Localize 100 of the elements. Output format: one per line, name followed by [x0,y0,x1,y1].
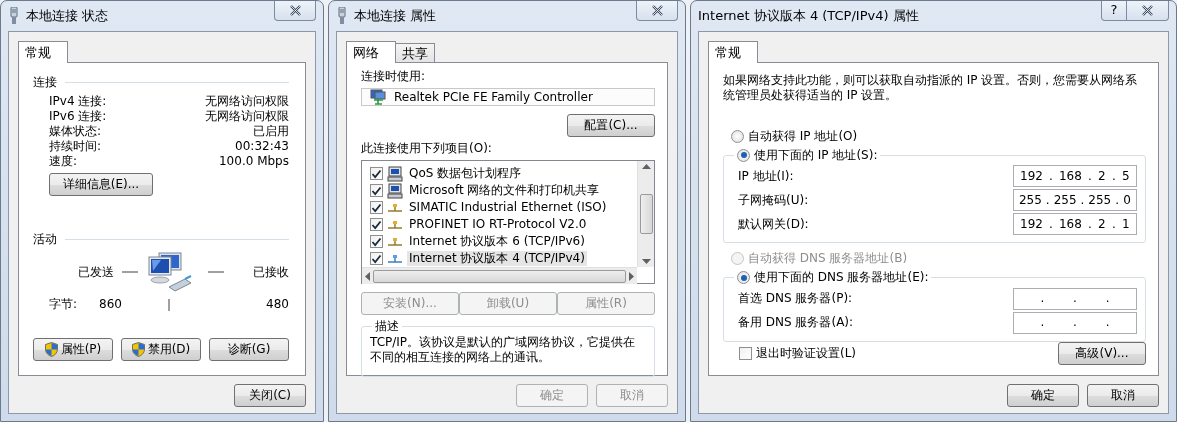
field-label: 持续时间: [49,139,102,154]
checkbox-label[interactable]: 退出时验证设置(L) [756,346,857,361]
checkbox[interactable] [370,252,383,265]
shield-icon [131,342,145,357]
tab[interactable]: 常规 [18,41,68,63]
ip-address-field[interactable]: 255 . 255 . 255 . 0 [1013,189,1137,212]
list-item[interactable]: QoS 数据包计划程序 [362,165,637,182]
ip-octet: 255 [1053,192,1077,208]
bytes-sent: 860 [99,297,122,312]
close-dialog-button[interactable]: 关闭(C) [234,384,306,407]
field-label: IP 地址(I): [738,168,794,184]
radio-button[interactable] [737,148,750,162]
bytes-label: 字节: [49,297,78,312]
field-label: IPv6 连接: [49,109,107,124]
ip-separator: . [1072,291,1078,307]
network-computers-drawing [145,251,193,293]
radio-button[interactable] [731,130,744,143]
close-icon [1141,5,1154,16]
tab[interactable]: 常规 [708,41,758,63]
dialog-button[interactable]: 确定 [1007,384,1079,407]
field-value: 无网络访问权限 [205,109,289,124]
checkbox[interactable] [739,347,752,360]
ip-separator: . [1086,168,1093,184]
section-heading: 连接 [33,75,57,90]
help-button[interactable]: ? [1101,1,1127,21]
field-label: 连接时使用: [361,69,427,84]
window-title: 本地连接 状态 [26,7,109,25]
checkbox[interactable] [370,235,383,248]
network-protocol-icon [387,219,403,230]
field-value: 已启用 [253,124,289,139]
checkbox[interactable] [370,201,383,214]
right-arrow-icon[interactable] [629,271,634,281]
field-label: IPv4 连接: [49,94,107,109]
down-arrow-icon[interactable] [641,259,651,264]
ip-address-field[interactable]: . . . [1013,287,1137,310]
ip-address-field[interactable]: 192 . 168 . 2 . 5 [1013,165,1137,188]
action-button[interactable]: 禁用(D) [121,338,201,361]
configure-button[interactable]: 配置(C)... [567,114,655,137]
field-value: 00:32:43 [235,139,289,154]
ip-octet: 192 [1020,168,1043,184]
ip-separator: . [1114,192,1120,208]
ip-address-field[interactable]: . . . [1013,311,1137,334]
radio-button[interactable] [737,271,750,285]
left-arrow-icon[interactable] [365,271,370,281]
received-label: 已接收 [253,264,289,280]
close-icon [288,5,302,16]
adapter-name: Realtek PCIe FE Family Controller [394,89,593,105]
ip-octet: 168 [1058,216,1082,232]
close-icon [650,5,664,16]
close-button[interactable] [274,1,316,21]
details-button[interactable]: 详细信息(E)... [49,173,153,196]
list-item[interactable]: PROFINET IO RT-Protocol V2.0 [362,216,637,233]
action-button[interactable]: 诊断(G) [209,338,289,361]
field-label: 速度: [49,154,78,169]
computer-icon [387,165,403,182]
list-item[interactable]: Internet 协议版本 6 (TCP/IPv6) [362,233,637,250]
network-protocol-icon [387,236,403,247]
bytes-received: 480 [266,297,289,312]
up-arrow-icon[interactable] [641,164,651,169]
dialog-button[interactable]: 取消 [1087,384,1159,407]
ip-octet: 255 [1018,192,1042,208]
ip-octet: 168 [1058,168,1082,184]
window-title: 本地连接 属性 [354,7,437,25]
ip-address-field[interactable]: 192 . 168 . 2 . 1 [1013,213,1137,236]
window-title: Internet 协议版本 4 (TCP/IPv4) 属性 [698,7,919,25]
close-button[interactable] [636,1,678,21]
ip-separator: . [1048,216,1054,232]
field-label: 备用 DNS 服务器(A): [738,315,854,331]
ip-octet: 0 [1123,192,1131,208]
field-label: 媒体状态: [49,124,102,139]
sent-label: 已发送 [78,264,114,280]
checkbox[interactable] [370,184,383,197]
network-protocol-icon [387,202,403,213]
radio-label[interactable]: 使用下面的 DNS 服务器地址(E): [754,270,929,285]
network-protocol-icon [387,253,403,264]
ip-octet: 5 [1121,168,1130,184]
ip-octet: 192 [1020,216,1043,232]
ip-separator: . [1110,216,1117,232]
ip-separator: . [1086,216,1093,232]
radio-label[interactable]: 使用下面的 IP 地址(S): [754,148,878,163]
list-item[interactable]: Microsoft 网络的文件和打印机共享 [362,182,637,199]
vertical-scrollbar[interactable] [637,161,654,267]
checkbox[interactable] [370,167,383,180]
ip-separator: . [1039,315,1046,331]
tab[interactable]: 共享 [395,43,435,62]
ip-separator: . [1048,168,1054,184]
tab[interactable]: 网络 [346,41,396,63]
checkbox[interactable] [370,218,383,231]
horizontal-scrollbar[interactable] [362,267,637,284]
field-label: 首选 DNS 服务器(P): [738,291,853,307]
action-button[interactable]: 属性(P) [33,338,113,361]
network-adapter-icon [370,89,386,105]
ip-octet: 1 [1121,216,1130,232]
advanced-button[interactable]: 高级(V)... [1058,342,1146,365]
close-button[interactable] [1127,1,1169,21]
field-value: 100.0 Mbps [219,154,289,169]
radio-label[interactable]: 自动获得 IP 地址(O) [748,129,858,144]
list-item[interactable]: SIMATIC Industrial Ethernet (ISO) [362,199,637,216]
ip-separator: . [1072,315,1078,331]
field-value: 无网络访问权限 [205,94,289,109]
